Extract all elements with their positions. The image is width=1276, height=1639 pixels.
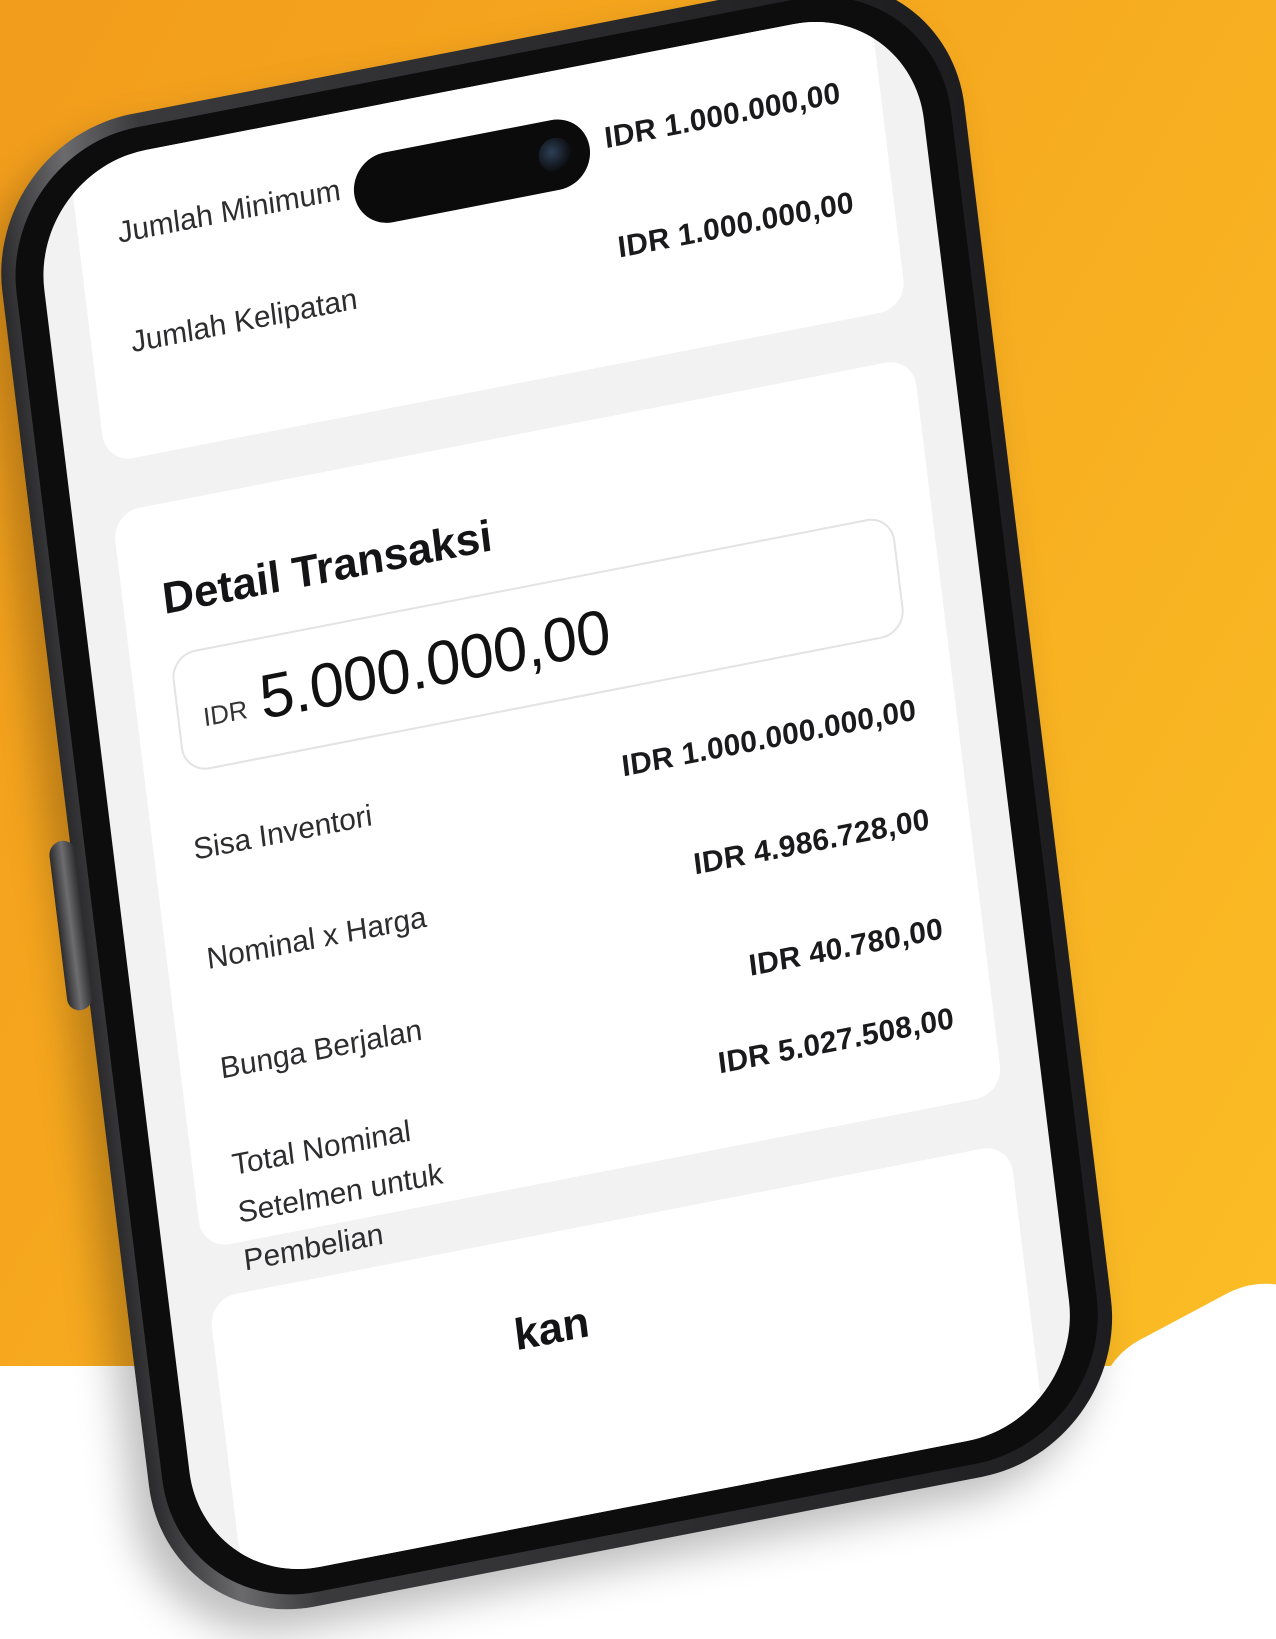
phone-frame: Jumlah Minimum IDR 1.000.000,00 Jumlah K… — [0, 0, 1130, 1636]
amount-currency-label: IDR — [201, 693, 250, 732]
remaining-inventory-value: IDR 1.000.000.000,00 — [619, 693, 919, 784]
transaction-detail-card: Detail Transaksi IDR 5.000.000,00 Sisa I… — [111, 357, 1004, 1278]
accrued-interest-value: IDR 40.780,00 — [747, 912, 945, 983]
phone-screen: Jumlah Minimum IDR 1.000.000,00 Jumlah K… — [29, 1, 1084, 1590]
total-settlement-value: IDR 5.027.508,00 — [716, 1001, 956, 1081]
minimum-amount-value: IDR 1.000.000,00 — [602, 76, 843, 156]
nominal-price-value: IDR 4.986.728,00 — [691, 802, 932, 882]
multiple-amount-value: IDR 1.000.000,00 — [616, 185, 856, 265]
next-section-heading: kan — [511, 1297, 592, 1361]
amount-value: 5.000.000,00 — [255, 596, 614, 733]
accrued-interest-label: Bunga Berjalan — [218, 1013, 424, 1086]
minimum-amount-label: Jumlah Minimum — [115, 173, 343, 250]
front-camera-icon — [536, 134, 575, 176]
multiple-amount-label: Jumlah Kelipatan — [129, 282, 360, 360]
phone-illustration: Jumlah Minimum IDR 1.000.000,00 Jumlah K… — [0, 0, 1276, 1636]
remaining-inventory-label: Sisa Inventori — [191, 799, 374, 867]
phone-side-button — [47, 838, 95, 1013]
nominal-price-label: Nominal x Harga — [204, 900, 429, 977]
